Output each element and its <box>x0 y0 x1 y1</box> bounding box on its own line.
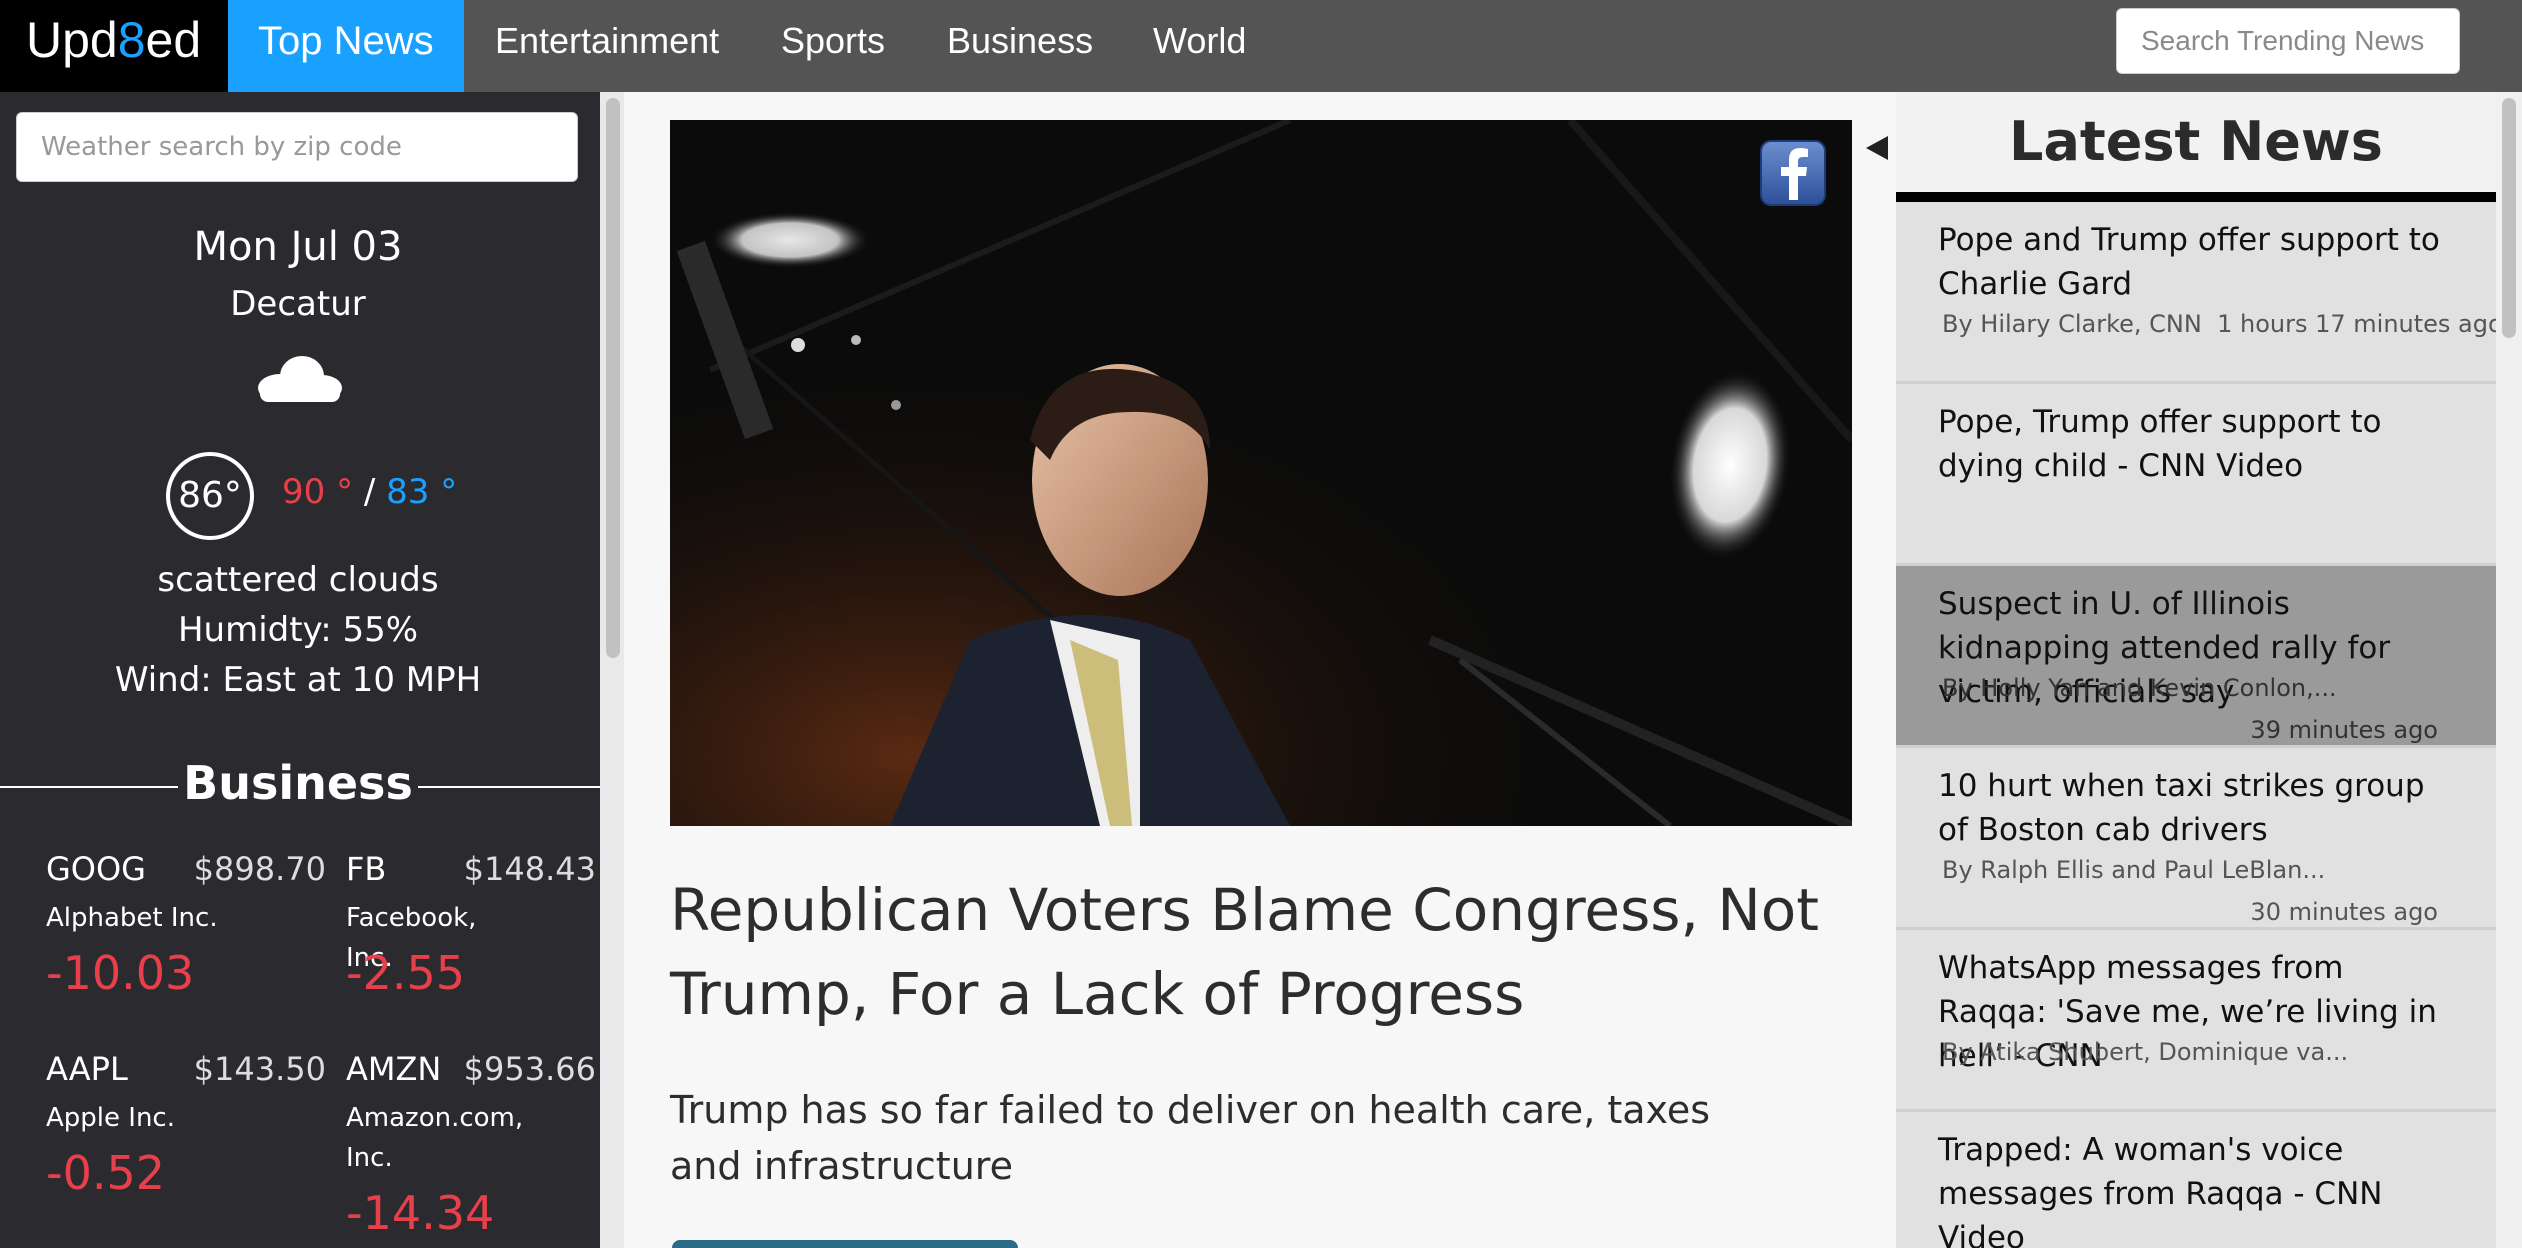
latest-news-sidebar: Latest News Pope and Trump offer support… <box>1896 92 2503 1248</box>
latest-news-underline <box>1896 192 2496 202</box>
stock-change: -2.55 <box>346 946 466 1000</box>
nav-world[interactable]: World <box>1123 0 1276 92</box>
news-item[interactable]: Pope and Trump offer support to Charlie … <box>1896 202 2503 384</box>
news-item[interactable]: Suspect in U. of Illinois kidnapping att… <box>1896 566 2496 748</box>
nav-business[interactable]: Business <box>917 0 1123 92</box>
sidebar-scrollbar-thumb[interactable] <box>606 98 620 658</box>
news-item-byline: By Ralph Ellis and Paul LeBlan... <box>1942 856 2326 884</box>
stock-change: -14.34 <box>346 1186 495 1240</box>
current-temperature: 86° <box>166 452 254 540</box>
brand-logo[interactable]: Upd8ed <box>0 0 228 92</box>
nav-top-news[interactable]: Top News <box>228 0 464 92</box>
weather-description: scattered clouds <box>157 560 439 600</box>
temperature-separator: / <box>363 472 376 512</box>
main-article <box>624 92 1896 1248</box>
stock-symbol: AAPL <box>46 1050 128 1088</box>
news-item-title: Pope, Trump offer support to dying child… <box>1938 404 2382 484</box>
article-hero-image[interactable] <box>670 120 1852 826</box>
weather-business-sidebar: Mon Jul 03 Decatur 86° 90 ° / 83 ° scatt… <box>0 92 600 1248</box>
brand-eight: 8 <box>117 12 146 68</box>
latest-news-title: Latest News <box>1896 92 2496 192</box>
stock-symbol: GOOG <box>46 850 146 888</box>
divider-line <box>418 786 600 788</box>
stock-company-name: Apple Inc. <box>46 1103 175 1133</box>
stock-price: $148.43 <box>463 850 596 888</box>
nav-entertainment[interactable]: Entertainment <box>465 0 749 92</box>
stock-company-name: Amazon.com, Inc. <box>346 1103 524 1173</box>
latest-scrollbar-thumb[interactable] <box>2502 98 2516 338</box>
weather-city: Decatur <box>230 284 366 324</box>
time-ago: 30 minutes ago <box>2250 898 2438 926</box>
news-item-title: 10 hurt when taxi strikes group of Bosto… <box>1938 768 2425 848</box>
stock-symbol: FB <box>346 850 387 888</box>
low-temperature: 83 ° <box>386 472 458 512</box>
high-temperature: 90 ° <box>282 472 354 512</box>
time-ago: 1 hours 17 minutes ago <box>2217 310 2503 338</box>
news-item-byline: By Atika Shubert, Dominique va... <box>1942 1038 2349 1066</box>
weather-wind: Wind: East at 10 MPH <box>114 660 482 700</box>
news-item-byline: By Holly Yan and Kevin Conlon,... <box>1942 674 2337 702</box>
stock-company-name: Alphabet Inc. <box>46 903 218 933</box>
business-section-title: Business <box>183 756 413 810</box>
weather-humidity: Humidty: 55% <box>177 610 419 650</box>
divider-line <box>0 786 178 788</box>
news-item[interactable]: Trapped: A woman's voice messages from R… <box>1896 1112 2496 1248</box>
read-more-button[interactable] <box>672 1240 1018 1248</box>
news-item[interactable]: WhatsApp messages from Raqqa: 'Save me, … <box>1896 930 2496 1112</box>
news-item-byline: By Hilary Clarke, CNN 1 hours 17 minutes… <box>1942 310 2503 338</box>
high-low-temperature: 90 ° / 83 ° <box>282 472 457 512</box>
weather-date: Mon Jul 03 <box>193 224 403 270</box>
time-ago: 39 minutes ago <box>2250 716 2438 744</box>
stock-price: $898.70 <box>193 850 326 888</box>
news-item-title: Trapped: A woman's voice messages from R… <box>1938 1132 2383 1248</box>
stock-price: $953.66 <box>463 1050 596 1088</box>
byline-text: By Hilary Clarke, CNN <box>1942 310 2202 338</box>
stock-change: -10.03 <box>46 946 195 1000</box>
weather-zip-input[interactable] <box>16 112 578 182</box>
cloud-icon <box>258 356 342 402</box>
top-navbar: Upd8ed Top News Entertainment Sports Bus… <box>0 0 2522 92</box>
share-toggle-arrow[interactable] <box>1866 136 1888 160</box>
brand-suffix: ed <box>145 12 202 68</box>
nav-sports[interactable]: Sports <box>751 0 915 92</box>
article-headline[interactable]: Republican Voters Blame Congress, Not Tr… <box>670 868 1870 1036</box>
trending-search-input[interactable] <box>2116 8 2460 74</box>
article-subhead: Trump has so far failed to deliver on he… <box>670 1088 1711 1188</box>
news-item-title: Pope and Trump offer support to Charlie … <box>1938 222 2440 302</box>
stock-change: -0.52 <box>46 1146 166 1200</box>
brand-prefix: Upd <box>26 12 118 68</box>
news-item[interactable]: Pope, Trump offer support to dying child… <box>1896 384 2496 566</box>
stock-price: $143.50 <box>193 1050 326 1088</box>
stock-symbol: AMZN <box>346 1050 442 1088</box>
news-item[interactable]: 10 hurt when taxi strikes group of Bosto… <box>1896 748 2496 930</box>
facebook-icon[interactable] <box>1760 140 1826 206</box>
